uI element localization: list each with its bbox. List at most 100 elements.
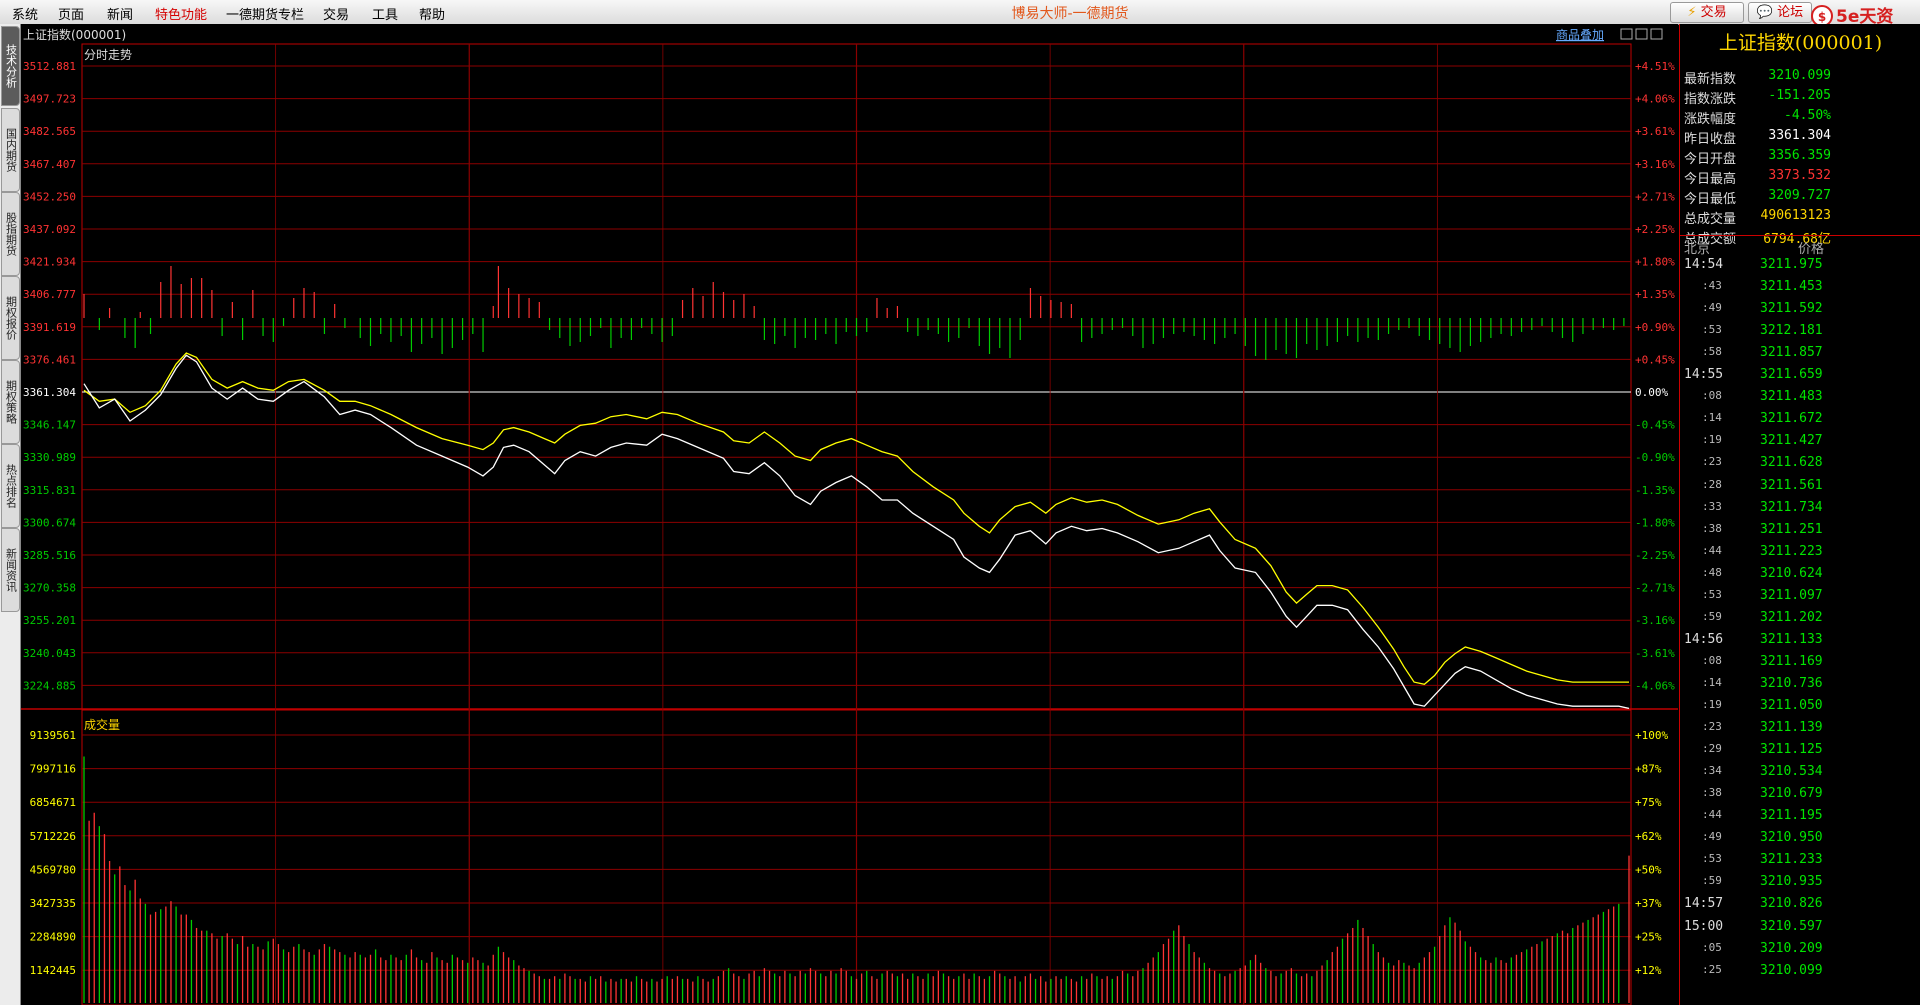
sidebar-tab-technical-analysis[interactable]: 技术分析	[1, 26, 20, 106]
price-axis-label: 3376.461	[23, 353, 76, 366]
sidebar-tab-domestic-futures[interactable]: 国内期货	[1, 108, 20, 192]
tick-price: 3211.202	[1760, 609, 1823, 625]
tick-time: :28	[1702, 477, 1722, 491]
tick-row: :59 3210.935	[1680, 874, 1920, 896]
pct-axis-label: 0.00%	[1635, 386, 1668, 399]
pct-axis-label: +2.25%	[1635, 223, 1675, 236]
menu-features[interactable]: 特色功能	[155, 4, 207, 23]
tick-time: :29	[1702, 742, 1722, 756]
quote-title: 上证指数(000001)	[1718, 32, 1883, 54]
tick-time: :53	[1702, 587, 1722, 601]
tick-price: 3211.139	[1760, 720, 1823, 736]
tick-row: :53 3211.233	[1680, 852, 1920, 874]
quote-row-label: 最新指数	[1684, 72, 1737, 87]
instrument-label: 上证指数(000001)	[23, 27, 126, 42]
tick-time: :38	[1702, 521, 1722, 535]
menu-trade[interactable]: 交易	[323, 4, 349, 23]
tick-price: 3210.935	[1760, 874, 1823, 890]
pct-axis-label: -4.06%	[1635, 679, 1675, 692]
menu-help[interactable]: 帮助	[419, 4, 445, 23]
lightning-icon: ⚡	[1687, 5, 1697, 20]
tick-time: :59	[1702, 874, 1722, 888]
tick-price: 3211.251	[1760, 521, 1823, 537]
tick-price: 3210.679	[1760, 786, 1823, 802]
svg-text:$: $	[1818, 10, 1826, 24]
price-axis-label: 3512.881	[23, 60, 76, 73]
trade-button[interactable]: ⚡ 交易	[1670, 2, 1744, 23]
forum-button[interactable]: 💬 论坛	[1748, 2, 1812, 23]
price-axis-label: 3437.092	[23, 223, 76, 236]
quote-row: 总成交量 490613123	[1680, 208, 1920, 228]
menu-yide-column[interactable]: 一德期货专栏	[226, 4, 304, 23]
sidebar-tab-option-strategy[interactable]: 期权策略	[1, 360, 20, 444]
quote-row: 今日最低 3209.727	[1680, 188, 1920, 208]
pct-axis-label: +2.71%	[1635, 190, 1675, 203]
tick-time: :53	[1702, 852, 1722, 866]
volume-pct-label: +25%	[1635, 931, 1662, 944]
menu-page[interactable]: 页面	[58, 4, 84, 23]
price-axis-label: 3300.674	[23, 516, 76, 529]
tick-row: 14:57 3210.826	[1680, 896, 1920, 918]
tick-row: :19 3211.050	[1680, 698, 1920, 720]
price-axis-label: 3482.565	[23, 125, 76, 138]
tick-row: :29 3211.125	[1680, 742, 1920, 764]
pct-axis-label: +4.51%	[1635, 60, 1675, 73]
quote-row-label: 今日开盘	[1684, 152, 1737, 167]
menu-system[interactable]: 系统	[12, 4, 38, 23]
tick-row: :58 3211.857	[1680, 345, 1920, 367]
sidebar-tab-label: 热点排名	[4, 464, 18, 508]
tick-time: :48	[1702, 565, 1722, 579]
tick-time: 14:55	[1684, 367, 1724, 383]
tick-time: :44	[1702, 543, 1722, 557]
sidebar-tab-label: 技术分析	[4, 44, 18, 88]
quote-row-value: 490613123	[1760, 208, 1831, 223]
tick-time: 15:00	[1684, 918, 1724, 934]
tick-row: :33 3211.734	[1680, 500, 1920, 522]
menu-news[interactable]: 新闻	[107, 4, 133, 23]
price-axis-label: 3467.407	[23, 158, 76, 171]
volume-axis-label: 3427335	[30, 897, 76, 910]
tick-price: 3211.223	[1760, 543, 1823, 559]
tick-price: 3211.857	[1760, 345, 1823, 361]
tick-row: :53 3212.181	[1680, 323, 1920, 345]
sidebar-tab-index-futures[interactable]: 股指期货	[1, 192, 20, 276]
tick-price: 3210.950	[1760, 830, 1823, 846]
sidebar-tab-label: 新闻资讯	[4, 548, 18, 592]
tick-price: 3211.453	[1760, 279, 1823, 295]
tick-time: :43	[1702, 279, 1722, 293]
tick-row: :14 3211.672	[1680, 411, 1920, 433]
tick-row: 15:00 3210.597	[1680, 919, 1920, 941]
price-axis-label: 3255.201	[23, 614, 76, 627]
tick-row: :14 3210.736	[1680, 676, 1920, 698]
tick-price: 3211.628	[1760, 455, 1823, 471]
menu-tools[interactable]: 工具	[372, 4, 398, 23]
tick-row: :08 3211.169	[1680, 654, 1920, 676]
pct-axis-label: -2.71%	[1635, 582, 1675, 595]
tick-price: 3211.427	[1760, 433, 1823, 449]
volume-pct-label: +62%	[1635, 830, 1662, 843]
pct-axis-label: +0.45%	[1635, 353, 1675, 366]
tick-time: :05	[1702, 940, 1722, 954]
tick-row: :23 3211.628	[1680, 455, 1920, 477]
quote-row: 昨日收盘 3361.304	[1680, 128, 1920, 148]
price-axis-label: 3497.723	[23, 93, 76, 106]
quote-row: 指数涨跌 -151.205	[1680, 88, 1920, 108]
sidebar-tab-news[interactable]: 新闻资讯	[1, 528, 20, 612]
volume-pct-label: +75%	[1635, 796, 1662, 809]
tick-price: 3211.050	[1760, 698, 1823, 713]
sidebar-tab-label: 期权报价	[4, 296, 18, 340]
sidebar-tab-option-quotes[interactable]: 期权报价	[1, 276, 20, 360]
overlay-link[interactable]: 商品叠加	[1556, 27, 1604, 42]
tick-price: 3210.209	[1760, 940, 1823, 956]
pct-axis-label: +3.61%	[1635, 125, 1675, 138]
tick-time: :25	[1702, 962, 1722, 976]
tick-time: :58	[1702, 345, 1722, 359]
volume-axis-label: 7997116	[30, 763, 76, 776]
intraday-chart[interactable]: 3512.881 +4.51% 3497.723 +4.06% 3482.565 +3.6…	[21, 24, 1678, 1005]
sidebar-tab-hot-ranking[interactable]: 热点排名	[1, 444, 20, 528]
quote-row-label: 指数涨跌	[1684, 92, 1737, 107]
price-axis-label: 3406.777	[23, 288, 76, 301]
pct-axis-label: -3.16%	[1635, 614, 1675, 627]
tick-price: 3211.672	[1760, 411, 1823, 427]
volume-pct-label: +12%	[1635, 964, 1662, 977]
